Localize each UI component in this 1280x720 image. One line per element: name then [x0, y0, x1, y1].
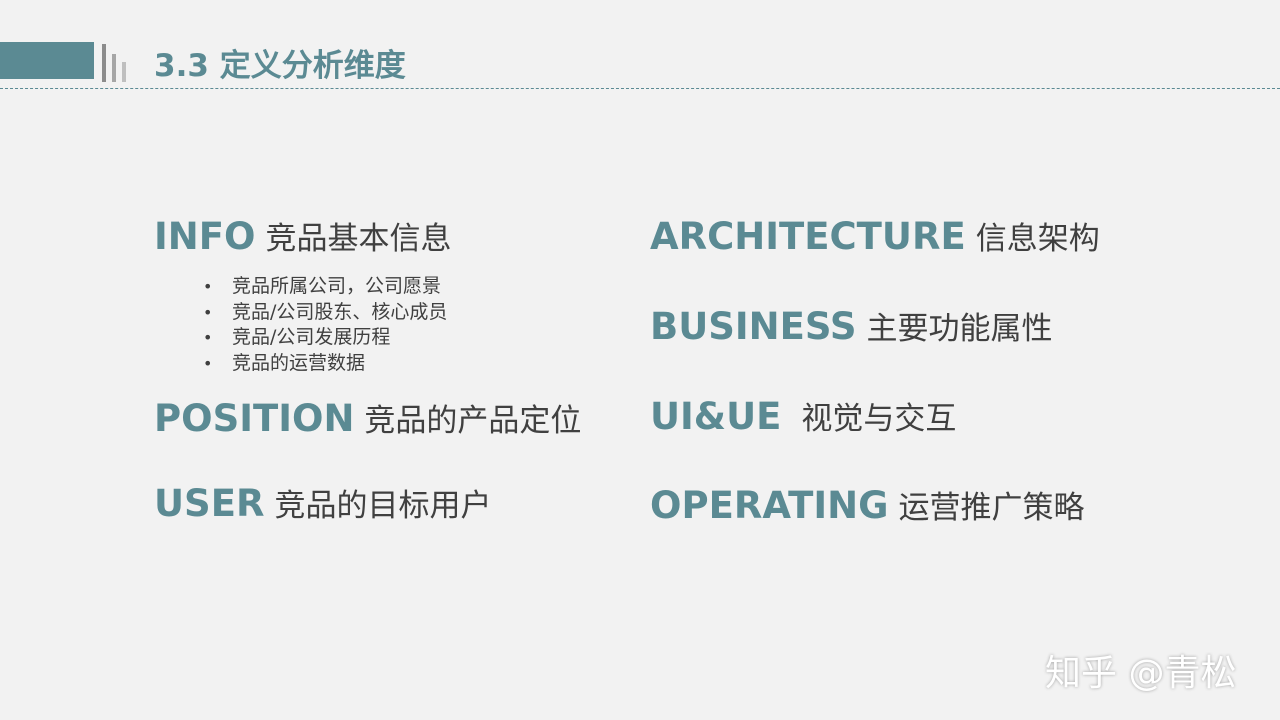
section-uiue-en: UI&UE [650, 395, 782, 438]
list-item: 竞品/公司发展历程 [200, 325, 447, 351]
section-architecture-cn: 信息架构 [975, 221, 1100, 257]
decor-line-3 [122, 62, 126, 82]
list-item: 竞品所属公司，公司愿景 [200, 274, 447, 300]
section-position-en: POSITION [154, 397, 355, 440]
section-user-en: USER [154, 482, 265, 525]
section-info-en: INFO [154, 215, 256, 258]
info-bullet-list: 竞品所属公司，公司愿景 竞品/公司股东、核心成员 竞品/公司发展历程 竞品的运营… [200, 274, 447, 376]
section-uiue: UI&UE 视觉与交互 [650, 395, 956, 439]
section-position-cn: 竞品的产品定位 [364, 403, 582, 439]
list-item: 竞品/公司股东、核心成员 [200, 300, 447, 326]
decor-line-2 [112, 54, 116, 82]
decor-line-1 [102, 44, 106, 82]
section-operating-cn: 运营推广策略 [898, 490, 1085, 526]
section-info: INFO 竞品基本信息 [154, 215, 451, 259]
section-architecture-en: ARCHITECTURE [650, 215, 966, 258]
header-decor-lines [102, 42, 142, 82]
section-operating: OPERATING 运营推广策略 [650, 484, 1084, 528]
section-user: USER 竞品的目标用户 [154, 482, 491, 526]
section-user-cn: 竞品的目标用户 [274, 488, 492, 524]
header-divider [0, 88, 1280, 89]
section-info-cn: 竞品基本信息 [265, 221, 452, 257]
section-uiue-cn: 视觉与交互 [801, 401, 957, 437]
watermark: 知乎 @青松 [1045, 653, 1237, 694]
section-architecture: ARCHITECTURE 信息架构 [650, 215, 1100, 259]
header-accent-bar [0, 42, 94, 79]
section-business-en: BUSINESS [650, 305, 857, 348]
section-position: POSITION 竞品的产品定位 [154, 397, 581, 441]
section-business: BUSINESS 主要功能属性 [650, 305, 1053, 349]
section-business-cn: 主要功能属性 [866, 311, 1053, 347]
section-operating-en: OPERATING [650, 484, 889, 527]
list-item: 竞品的运营数据 [200, 351, 447, 377]
slide-title: 3.3 定义分析维度 [154, 48, 406, 84]
